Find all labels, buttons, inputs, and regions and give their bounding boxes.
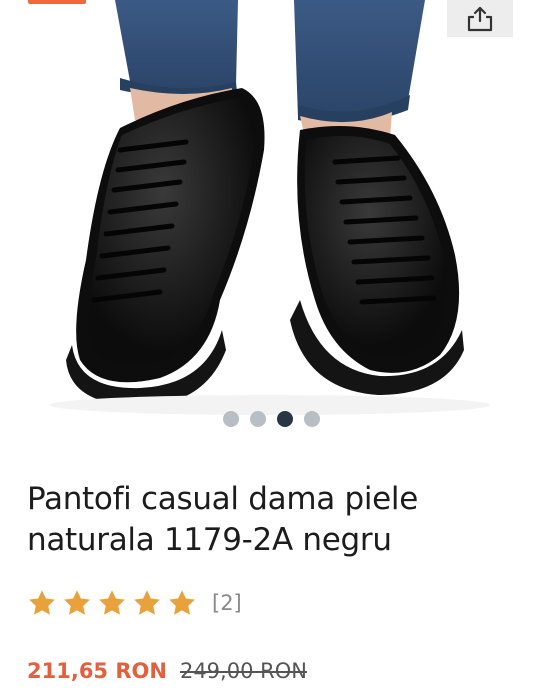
star-icon bbox=[99, 590, 125, 615]
product-title: Pantofi casual dama piele naturala 1179-… bbox=[27, 481, 419, 558]
old-price: 249,00 RON bbox=[179, 659, 307, 683]
gallery-dot[interactable] bbox=[250, 411, 266, 427]
share-icon bbox=[467, 6, 493, 31]
product-photo bbox=[50, 0, 490, 415]
rating-stars bbox=[27, 588, 197, 618]
gallery-dot[interactable] bbox=[304, 411, 320, 427]
current-price: 211,65 RON bbox=[27, 659, 167, 683]
star-icon bbox=[169, 590, 195, 615]
gallery-dot[interactable] bbox=[223, 411, 239, 427]
star-icon bbox=[29, 590, 55, 615]
gallery-dot-active[interactable] bbox=[277, 411, 293, 427]
star-icon bbox=[134, 590, 160, 615]
promo-badge bbox=[28, 0, 86, 4]
star-icon bbox=[64, 590, 90, 615]
share-button[interactable] bbox=[447, 0, 513, 37]
product-rating[interactable]: [2] bbox=[27, 588, 242, 618]
price-block: 211,65 RON 249,00 RON bbox=[27, 659, 307, 683]
review-count-link[interactable]: [2] bbox=[212, 591, 242, 615]
product-image-gallery[interactable] bbox=[0, 0, 543, 455]
gallery-pagination[interactable] bbox=[0, 411, 543, 427]
